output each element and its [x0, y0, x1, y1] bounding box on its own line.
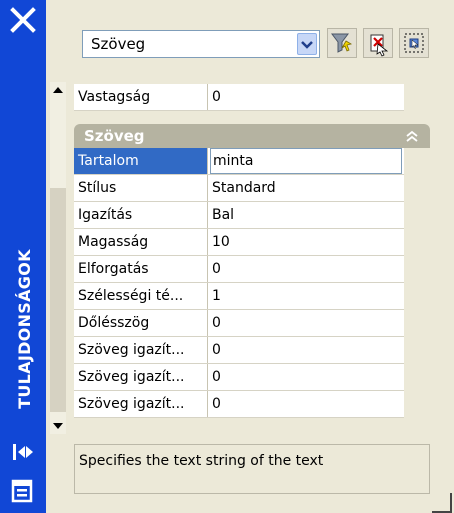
quick-select-icon: [331, 33, 353, 53]
scroll-up-arrow[interactable]: [50, 82, 66, 98]
property-value[interactable]: 0: [210, 310, 402, 336]
vertical-scrollbar[interactable]: [50, 82, 66, 434]
palette-title-strip: TULAJDONSÁGOK: [0, 0, 46, 513]
properties-panel: Szöveg Vastagság 0 Szöveg Tartalom minta…: [46, 0, 454, 513]
autohide-icon[interactable]: [11, 443, 35, 461]
scroll-down-arrow[interactable]: [50, 418, 66, 434]
property-value[interactable]: 0: [210, 391, 402, 417]
property-row-text-align-x[interactable]: Szöveg igazít... 0: [74, 337, 404, 364]
property-value[interactable]: 10: [210, 229, 402, 255]
object-type-value: Szöveg: [91, 35, 146, 53]
toggle-pickadd-icon: [370, 34, 389, 57]
chevron-down-icon: [301, 41, 313, 49]
property-name: Stílus: [74, 175, 208, 201]
select-objects-icon: [404, 33, 424, 53]
category-header-text[interactable]: Szöveg: [74, 124, 430, 148]
property-name: Tartalom: [74, 148, 208, 174]
property-row-thickness[interactable]: Vastagság 0: [74, 84, 404, 111]
property-row-height[interactable]: Magasság 10: [74, 229, 404, 256]
property-name: Elforgatás: [74, 256, 208, 282]
property-name: Igazítás: [74, 202, 208, 228]
property-row-justify[interactable]: Igazítás Bal: [74, 202, 404, 229]
description-panel: Specifies the text string of the text: [74, 444, 430, 494]
property-value[interactable]: Bal: [210, 202, 402, 228]
property-value[interactable]: 1: [210, 283, 402, 309]
category-label: Szöveg: [84, 127, 145, 145]
property-row-width-factor[interactable]: Szélességi té... 1: [74, 283, 404, 310]
property-value-input[interactable]: minta: [210, 148, 402, 174]
object-type-select[interactable]: Szöveg: [82, 30, 320, 58]
properties-menu-icon[interactable]: [10, 478, 34, 504]
dropdown-button[interactable]: [297, 33, 317, 55]
property-row-obliquing[interactable]: Dőlésszög 0: [74, 310, 404, 337]
property-name: Szélességi té...: [74, 283, 208, 309]
property-name: Szöveg igazít...: [74, 364, 208, 390]
property-row-text-align-z[interactable]: Szöveg igazít... 0: [74, 391, 404, 418]
property-value[interactable]: 0: [210, 337, 402, 363]
quick-select-button[interactable]: [327, 28, 357, 58]
close-icon[interactable]: [9, 6, 37, 34]
property-row-text-align-y[interactable]: Szöveg igazít... 0: [74, 364, 404, 391]
palette-title: TULAJDONSÁGOK: [15, 249, 34, 409]
property-name: Dőlésszög: [74, 310, 208, 336]
toggle-pickadd-button[interactable]: [363, 28, 393, 58]
property-name: Szöveg igazít...: [74, 337, 208, 363]
property-name: Magasság: [74, 229, 208, 255]
property-name: Szöveg igazít...: [74, 391, 208, 417]
property-row-style[interactable]: Stílus Standard: [74, 175, 404, 202]
property-value[interactable]: 0: [210, 364, 402, 390]
property-name: Vastagság: [74, 84, 208, 110]
property-value[interactable]: 0: [210, 256, 402, 282]
scrollbar-thumb[interactable]: [50, 188, 66, 412]
resize-grip[interactable]: [430, 491, 452, 513]
collapse-icon[interactable]: [404, 128, 420, 144]
property-value[interactable]: Standard: [210, 175, 402, 201]
property-value[interactable]: 0: [210, 84, 402, 110]
select-objects-button[interactable]: [399, 28, 429, 58]
description-text: Specifies the text string of the text: [79, 453, 324, 469]
property-row-contents[interactable]: Tartalom minta: [74, 148, 404, 175]
property-row-rotation[interactable]: Elforgatás 0: [74, 256, 404, 283]
